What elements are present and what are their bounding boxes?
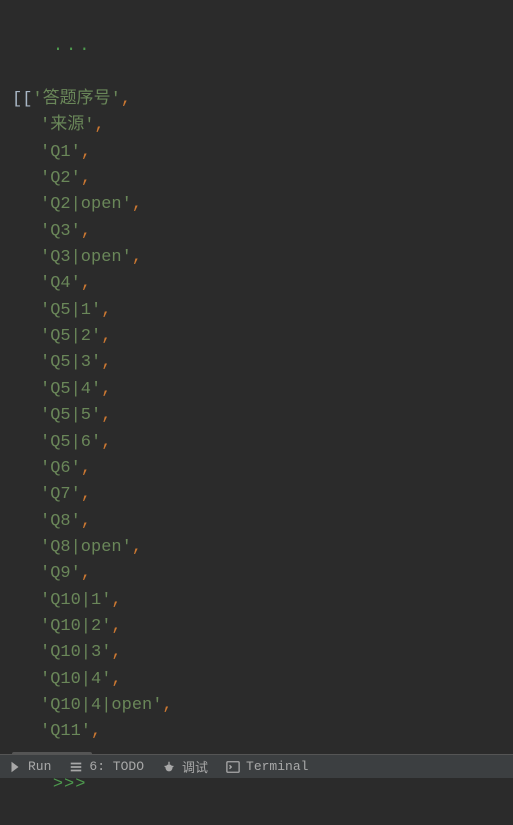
- list-item: 'Q4',: [12, 271, 513, 297]
- run-tool-button[interactable]: Run: [8, 759, 51, 774]
- list-item: 'Q10|4|open',: [12, 693, 513, 719]
- list-item: 'Q10|3',: [12, 640, 513, 666]
- list-icon: [69, 760, 83, 774]
- list-item: 'Q10|4',: [12, 667, 513, 693]
- list-item: 'Q5|1',: [12, 298, 513, 324]
- list-item: 'Q5|5',: [12, 403, 513, 429]
- list-item: 'Q10|2',: [12, 614, 513, 640]
- list-item: 'Q2|open',: [12, 192, 513, 218]
- debug-tool-button[interactable]: 调试: [162, 757, 208, 776]
- list-item: 'Q8|open',: [12, 535, 513, 561]
- list-item: 'Q5|6',: [12, 430, 513, 456]
- list-item: 'Q2',: [12, 166, 513, 192]
- list-item: 'Q8',: [12, 509, 513, 535]
- play-icon: [8, 760, 22, 774]
- list-item: 'Q5|3',: [12, 350, 513, 376]
- tool-window-bar: Run 6: TODO 调试 Terminal: [0, 754, 513, 778]
- list-item: 'Q5|2',: [12, 324, 513, 350]
- python-console-output: ... [['答题序号','来源','Q1','Q2','Q2|open','Q…: [0, 0, 513, 740]
- list-item: 'Q3|open',: [12, 245, 513, 271]
- todo-tool-button[interactable]: 6: TODO: [69, 759, 144, 774]
- list-item: 'Q10|1',: [12, 588, 513, 614]
- list-item: [['答题序号',: [12, 87, 513, 113]
- list-item: 'Q6',: [12, 456, 513, 482]
- console-line-first: ...: [12, 8, 513, 87]
- terminal-tool-button[interactable]: Terminal: [226, 759, 308, 774]
- list-item: 'Q1',: [12, 140, 513, 166]
- continuation-prompt: ...: [53, 37, 93, 56]
- list-item: 'Q5|4',: [12, 377, 513, 403]
- list-item: 'Q11',: [12, 719, 513, 745]
- bug-icon: [162, 760, 176, 774]
- list-item: '来源',: [12, 113, 513, 139]
- list-item: 'Q7',: [12, 482, 513, 508]
- list-item: 'Q3',: [12, 219, 513, 245]
- terminal-icon: [226, 760, 240, 774]
- list-item: 'Q9',: [12, 561, 513, 587]
